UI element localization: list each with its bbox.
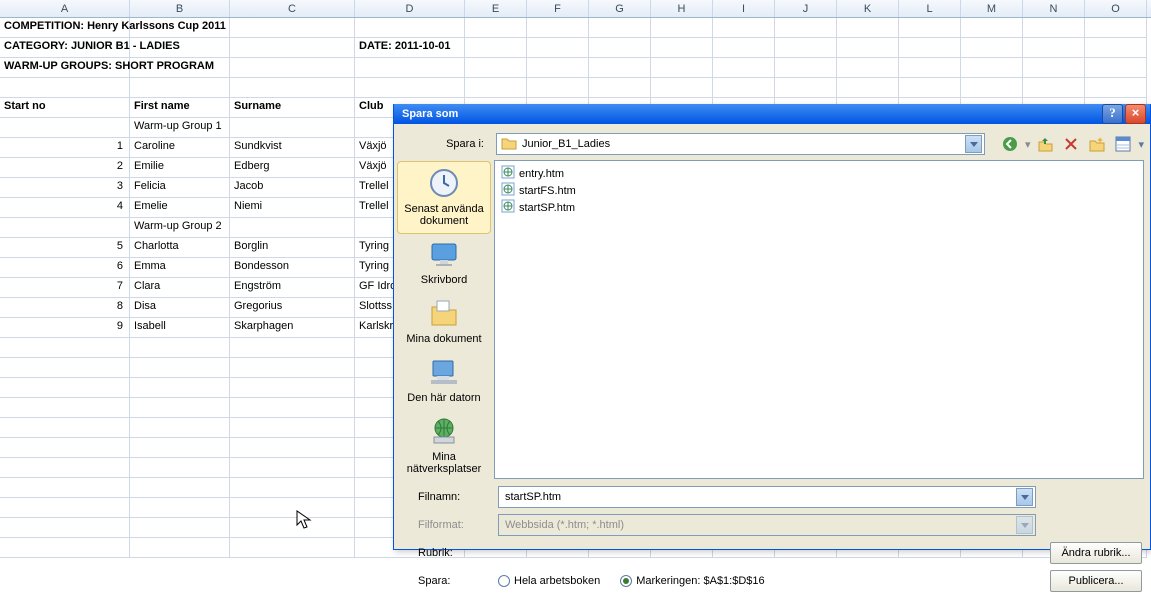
filename-input[interactable]: startSP.htm — [498, 486, 1036, 508]
col-I[interactable]: I — [713, 0, 775, 17]
col-E[interactable]: E — [465, 0, 527, 17]
radio-whole-workbook[interactable]: Hela arbetsboken — [498, 575, 600, 587]
file-item[interactable]: startSP.htm — [501, 199, 1137, 216]
html-file-icon — [501, 165, 515, 182]
col-D[interactable]: D — [355, 0, 465, 17]
my-documents-icon — [427, 296, 461, 330]
places-bar: Senast använda dokument Skrivbord Mina d… — [394, 158, 494, 481]
filename-label: Filnamn: — [402, 491, 492, 503]
close-button[interactable]: × — [1125, 104, 1146, 124]
network-icon — [427, 414, 461, 448]
place-computer[interactable]: Den här datorn — [398, 351, 490, 410]
html-file-icon — [501, 199, 515, 216]
place-mydocs[interactable]: Mina dokument — [398, 292, 490, 351]
col-O[interactable]: O — [1085, 0, 1147, 17]
file-item[interactable]: startFS.htm — [501, 182, 1137, 199]
views-arrow-icon[interactable]: ▾ — [1138, 138, 1144, 151]
computer-icon — [427, 355, 461, 389]
desktop-icon — [427, 237, 461, 271]
place-recent[interactable]: Senast använda dokument — [398, 162, 490, 233]
radio-icon — [498, 575, 510, 587]
dropdown-arrow-icon[interactable] — [1016, 488, 1033, 506]
col-B[interactable]: B — [130, 0, 230, 17]
recent-documents-icon — [427, 166, 461, 200]
folder-icon — [501, 136, 517, 153]
col-G[interactable]: G — [589, 0, 651, 17]
col-C[interactable]: C — [230, 0, 355, 17]
place-desktop[interactable]: Skrivbord — [398, 233, 490, 292]
col-J[interactable]: J — [775, 0, 837, 17]
hdr-startno: Start no — [0, 98, 130, 118]
save-in-value: Junior_B1_Ladies — [522, 138, 965, 150]
category-label: CATEGORY: JUNIOR B1 - LADIES — [4, 40, 180, 52]
col-A[interactable]: A — [0, 0, 130, 17]
save-in-dropdown[interactable]: Junior_B1_Ladies — [496, 133, 985, 155]
dialog-title: Spara som — [402, 108, 458, 120]
col-M[interactable]: M — [961, 0, 1023, 17]
group2-label: Warm-up Group 2 — [130, 218, 230, 238]
rubrik-label: Rubrik: — [402, 547, 492, 559]
warmup-label: WARM-UP GROUPS: SHORT PROGRAM — [4, 60, 214, 72]
radio-icon — [620, 575, 632, 587]
spara-label: Spara: — [402, 575, 492, 587]
delete-button[interactable] — [1060, 133, 1082, 155]
format-dropdown: Webbsida (*.htm; *.html) — [498, 514, 1036, 536]
help-button[interactable]: ? — [1102, 104, 1123, 124]
col-N[interactable]: N — [1023, 0, 1085, 17]
radio-selection[interactable]: Markeringen: $A$1:$D$16 — [620, 575, 764, 587]
html-file-icon — [501, 182, 515, 199]
col-H[interactable]: H — [651, 0, 713, 17]
date-label: DATE: 2011-10-01 — [355, 38, 465, 58]
change-rubrik-button[interactable]: Ändra rubrik... — [1050, 542, 1142, 564]
col-K[interactable]: K — [837, 0, 899, 17]
place-network[interactable]: Mina nätverksplatser — [398, 410, 490, 481]
col-F[interactable]: F — [527, 0, 589, 17]
publish-button[interactable]: Publicera... — [1050, 570, 1142, 592]
hdr-firstname: First name — [130, 98, 230, 118]
file-list[interactable]: entry.htm startFS.htm startSP.htm — [494, 160, 1144, 479]
competition-title: COMPETITION: Henry Karlssons Cup 2011 — [4, 20, 226, 32]
file-item[interactable]: entry.htm — [501, 165, 1137, 182]
up-one-level-button[interactable] — [1034, 133, 1056, 155]
back-button[interactable] — [999, 133, 1021, 155]
dropdown-arrow-icon — [1016, 516, 1033, 534]
save-in-label: Spara i: — [400, 138, 490, 150]
hdr-surname: Surname — [230, 98, 355, 118]
column-headers: A B C D E F G H I J K L M N O — [0, 0, 1151, 18]
save-as-dialog: Spara som ? × Spara i: Junior_B1_Ladies … — [393, 104, 1151, 550]
dropdown-arrow-icon[interactable] — [965, 135, 982, 153]
format-label: Filformat: — [402, 519, 492, 531]
dialog-titlebar[interactable]: Spara som ? × — [394, 104, 1150, 124]
separator: ▾ — [1025, 138, 1031, 151]
new-folder-button[interactable] — [1086, 133, 1108, 155]
views-button[interactable] — [1112, 133, 1134, 155]
group1-label: Warm-up Group 1 — [130, 118, 230, 138]
col-L[interactable]: L — [899, 0, 961, 17]
